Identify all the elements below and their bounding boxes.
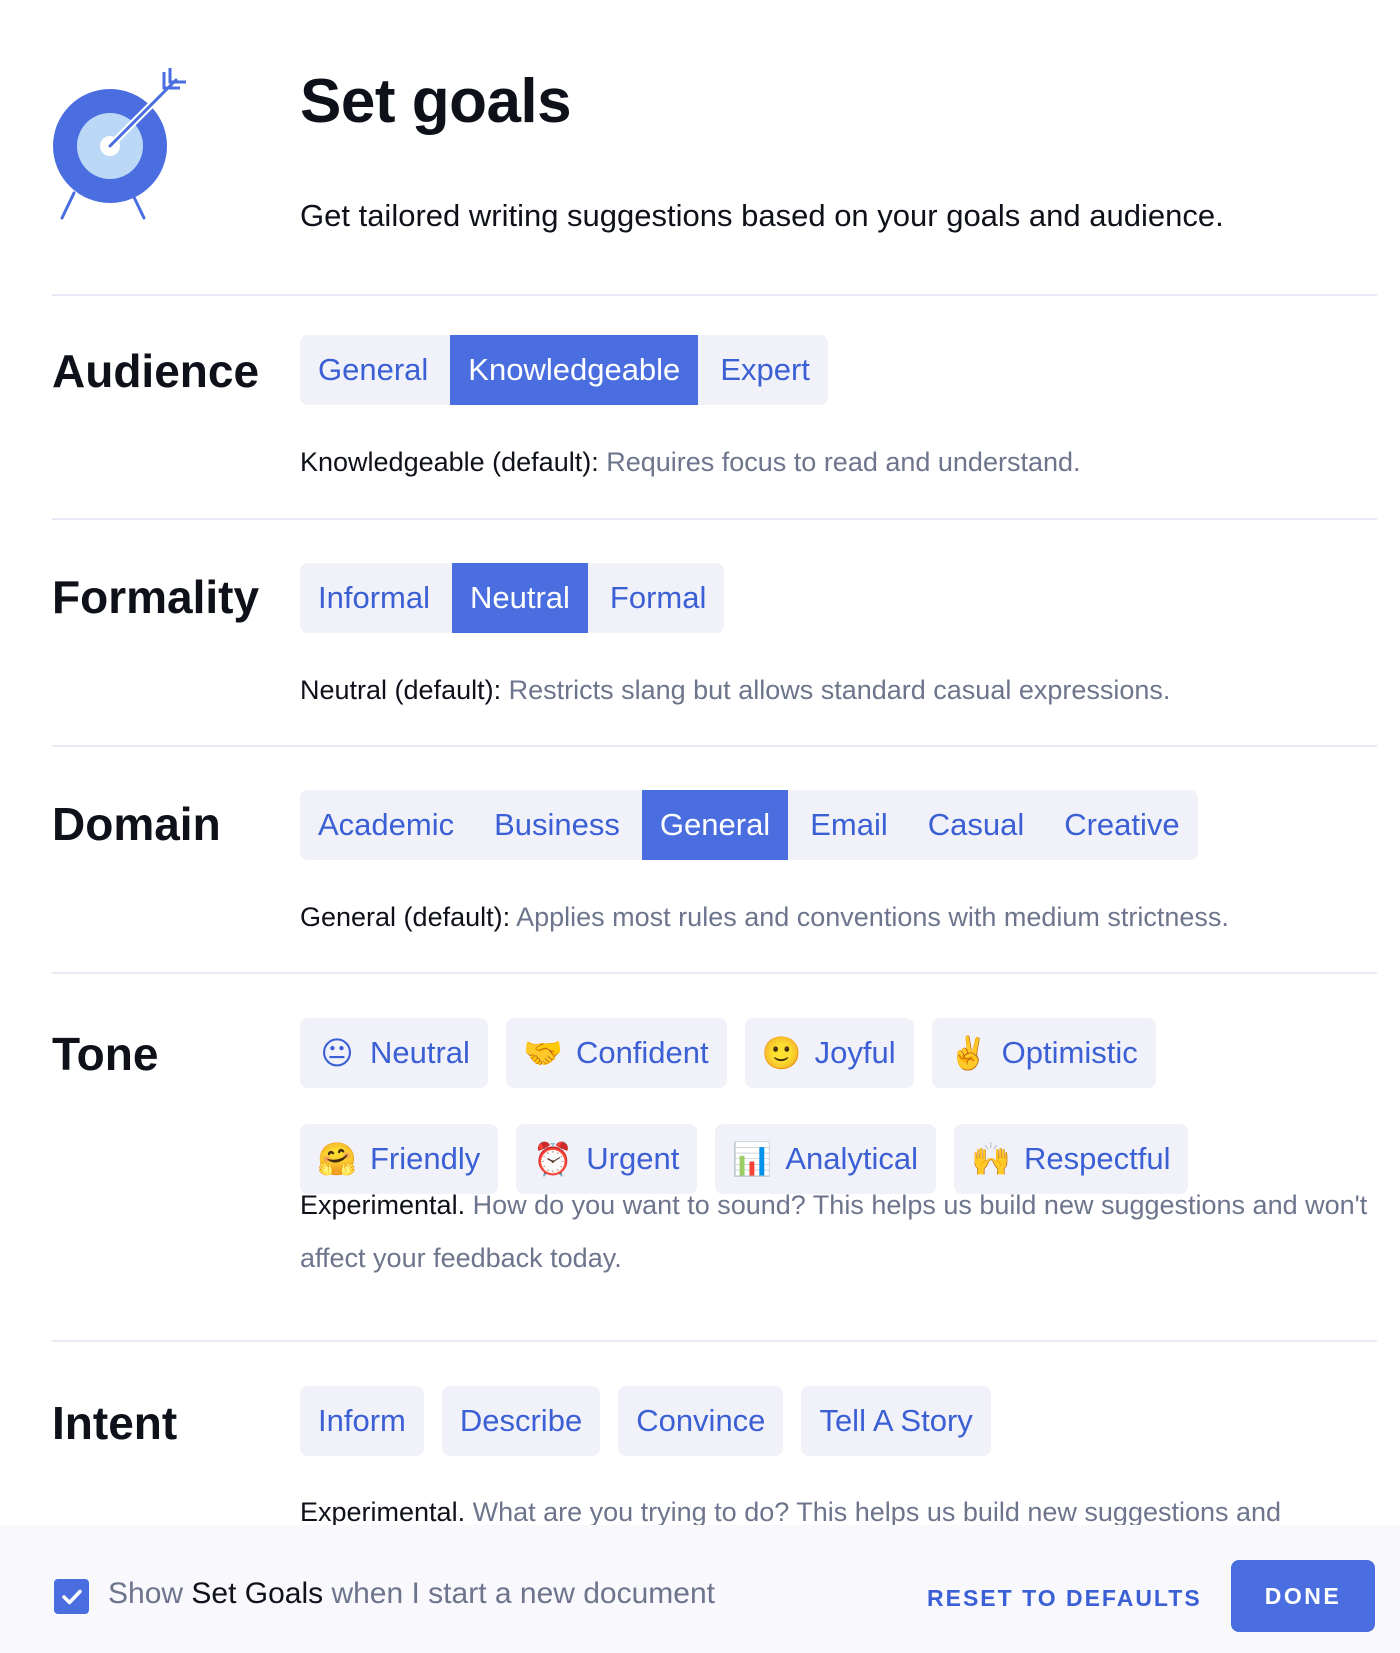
raised-hands-icon: 🙌 (971, 1141, 1011, 1177)
divider (52, 745, 1377, 747)
target-arrow-icon (52, 68, 192, 228)
tone-chip-label: Optimistic (1001, 1035, 1138, 1070)
domain-option-casual[interactable]: Casual (909, 790, 1043, 860)
footer-text-post: when I start a new document (323, 1577, 715, 1610)
intent-chip-group: Inform Describe Convince Tell A Story (300, 1386, 1380, 1456)
tone-chip-joyful[interactable]: 🙂 Joyful (744, 1018, 914, 1088)
victory-hand-icon: ✌️ (948, 1035, 989, 1071)
intent-chip-convince[interactable]: Convince (618, 1386, 784, 1456)
formality-option-informal[interactable]: Informal (300, 563, 448, 633)
divider (52, 294, 1377, 296)
domain-segmented-control: Academic Business General Email Casual C… (300, 790, 1198, 860)
footer-text-pre: Show (108, 1577, 192, 1610)
intent-description-text: What are you trying to do? This helps us… (465, 1497, 1282, 1527)
reset-to-defaults-button[interactable]: RESET TO DEFAULTS (927, 1585, 1202, 1612)
footer-text-strong: Set Goals (191, 1577, 324, 1610)
tone-chip-optimistic[interactable]: ✌️ Optimistic (931, 1018, 1156, 1088)
tone-chip-group: 😐 Neutral 🤝 Confident 🙂 Joyful ✌️ Optimi… (300, 1018, 1380, 1194)
handshake-icon: 🤝 (523, 1035, 563, 1071)
domain-option-email[interactable]: Email (792, 790, 906, 860)
intent-chip-inform[interactable]: Inform (300, 1386, 424, 1456)
intent-chip-tell-a-story[interactable]: Tell A Story (801, 1386, 991, 1456)
tone-chip-neutral[interactable]: 😐 Neutral (300, 1018, 488, 1088)
audience-label: Audience (52, 345, 260, 397)
bar-chart-icon: 📊 (732, 1141, 773, 1177)
audience-segmented-control: General Knowledgeable Expert (300, 335, 828, 405)
audience-option-expert[interactable]: Expert (702, 335, 828, 405)
domain-option-creative[interactable]: Creative (1046, 790, 1198, 860)
divider (52, 518, 1377, 520)
neutral-face-icon: 😐 (320, 1035, 354, 1071)
tone-chip-label: Confident (575, 1035, 709, 1070)
audience-option-general[interactable]: General (300, 335, 447, 405)
intent-description-strong: Experimental. (300, 1497, 466, 1527)
tone-chip-label: Urgent (586, 1141, 680, 1176)
domain-description: General (default): Applies most rules an… (300, 891, 1380, 944)
domain-label: Domain (52, 798, 221, 850)
done-button[interactable]: DONE (1231, 1560, 1375, 1632)
formality-option-formal[interactable]: Formal (591, 563, 725, 633)
page-subtitle: Get tailored writing suggestions based o… (300, 198, 1224, 233)
divider (52, 972, 1377, 974)
tone-chip-label: Respectful (1024, 1141, 1171, 1176)
domain-description-text: Applies most rules and conventions with … (510, 902, 1229, 932)
checkmark-icon (61, 1589, 82, 1604)
tone-description: Experimental. How do you want to sound? … (300, 1179, 1380, 1285)
formality-segmented-control: Informal Neutral Formal (300, 563, 725, 633)
tone-chip-label: Joyful (814, 1035, 896, 1070)
domain-option-academic[interactable]: Academic (300, 790, 473, 860)
audience-option-knowledgeable[interactable]: Knowledgeable (450, 335, 699, 405)
smiling-face-icon: 🙂 (761, 1035, 802, 1071)
tone-description-strong: Experimental. (300, 1190, 466, 1220)
intent-chip-describe[interactable]: Describe (441, 1386, 601, 1456)
footer: Show Set Goals when I start a new docume… (0, 1525, 1400, 1653)
show-set-goals-checkbox[interactable] (54, 1579, 89, 1614)
audience-description-text: Requires focus to read and understand. (598, 447, 1081, 477)
formality-description-text: Restricts slang but allows standard casu… (501, 675, 1171, 705)
audience-description-strong: Knowledgeable (default): (300, 447, 599, 477)
domain-option-general[interactable]: General (641, 790, 789, 860)
page-title: Set goals (300, 67, 572, 136)
audience-description: Knowledgeable (default): Requires focus … (300, 436, 1380, 489)
tone-chip-label: Analytical (785, 1141, 918, 1176)
tone-chip-label: Neutral (370, 1035, 470, 1070)
formality-description: Neutral (default): Restricts slang but a… (300, 664, 1380, 717)
divider (52, 1340, 1377, 1342)
formality-description-strong: Neutral (default): (300, 675, 502, 705)
tone-chip-label: Friendly (370, 1141, 481, 1176)
domain-option-business[interactable]: Business (476, 790, 638, 860)
hugging-face-icon: 🤗 (317, 1141, 357, 1177)
show-set-goals-label: Show Set Goals when I start a new docume… (108, 1577, 715, 1611)
intent-label: Intent (52, 1397, 178, 1449)
domain-description-strong: General (default): (300, 902, 511, 932)
alarm-clock-icon: ⏰ (533, 1141, 574, 1177)
formality-option-neutral[interactable]: Neutral (451, 563, 588, 633)
header: Set goals Get tailored writing suggestio… (0, 0, 1400, 294)
tone-label: Tone (52, 1028, 159, 1080)
tone-chip-confident[interactable]: 🤝 Confident (505, 1018, 727, 1088)
formality-label: Formality (52, 571, 260, 623)
